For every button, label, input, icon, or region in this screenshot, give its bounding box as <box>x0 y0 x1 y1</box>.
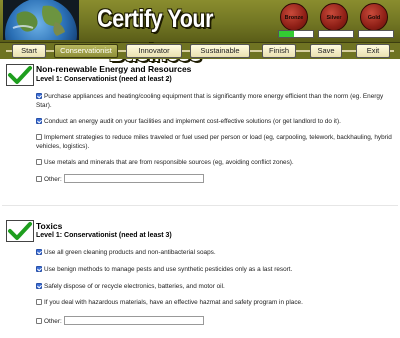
item-label: Use metals and minerals that are from re… <box>44 159 294 166</box>
bronze-progress-bar <box>278 30 314 38</box>
checkbox[interactable] <box>36 159 42 165</box>
other-checkbox[interactable] <box>36 318 42 324</box>
list-item: Use metals and minerals that are from re… <box>36 158 396 167</box>
checkbox[interactable] <box>36 266 42 272</box>
section-title: Non-renewable Energy and Resources <box>36 64 192 74</box>
tab-sustainable[interactable]: Sustainable <box>190 44 250 58</box>
other-checkbox[interactable] <box>36 176 42 182</box>
item-label: Use benign methods to manage pests and u… <box>44 266 293 273</box>
app-header: Certify Your Business Bronze Silver Gold <box>0 0 400 67</box>
checkbox[interactable] <box>36 93 42 99</box>
list-item: Safely dispose of or recycle electronics… <box>36 282 396 291</box>
bronze-medal-icon: Bronze <box>280 3 308 31</box>
tab-finish[interactable]: Finish <box>262 44 296 58</box>
other-input[interactable] <box>63 316 204 325</box>
other-row: Other: <box>36 316 396 326</box>
section-subtitle: Level 1: Conservationist (need at least … <box>36 76 172 83</box>
other-row: Other: <box>36 174 396 184</box>
section-subtitle: Level 1: Conservationist (need at least … <box>36 232 172 239</box>
item-label: Conduct an energy audit on your faciliti… <box>44 118 341 125</box>
checkbox[interactable] <box>36 134 42 140</box>
app-title: Certify Your Business <box>97 5 214 67</box>
gold-progress-bar <box>358 30 394 38</box>
list-item: Use benign methods to manage pests and u… <box>36 265 396 274</box>
item-label: Use all green cleaning products and non-… <box>44 249 216 256</box>
globe-logo-icon <box>3 0 79 40</box>
checkbox[interactable] <box>36 249 42 255</box>
tab-innovator[interactable]: Innovator <box>126 44 182 58</box>
other-input[interactable] <box>63 174 204 183</box>
checkbox[interactable] <box>36 118 42 124</box>
silver-medal-icon: Silver <box>320 3 348 31</box>
item-label: Purchase appliances and heating/cooling … <box>36 93 384 109</box>
exit-button[interactable]: Exit <box>356 44 390 58</box>
tab-conservationist[interactable]: Conservationist <box>54 44 118 58</box>
checkbox[interactable] <box>36 299 42 305</box>
green-checkmark-icon <box>6 220 34 242</box>
list-item: Purchase appliances and heating/cooling … <box>36 92 396 110</box>
gold-medal-icon: Gold <box>360 3 388 31</box>
list-item: Conduct an energy audit on your faciliti… <box>36 117 396 126</box>
checkbox[interactable] <box>36 283 42 289</box>
save-button[interactable]: Save <box>310 44 342 58</box>
bronze-progress-fill <box>279 31 295 37</box>
other-label: Other: <box>44 176 62 183</box>
list-item: Implement strategies to reduce miles tra… <box>36 133 396 151</box>
tab-start[interactable]: Start <box>12 44 46 58</box>
silver-progress-bar <box>318 30 354 38</box>
item-label: Safely dispose of or recycle electronics… <box>44 283 225 290</box>
green-checkmark-icon <box>6 64 34 86</box>
item-label: If you deal with hazardous materials, ha… <box>44 299 303 306</box>
section-title: Toxics <box>36 221 63 231</box>
item-label: Implement strategies to reduce miles tra… <box>36 134 392 150</box>
list-item: If you deal with hazardous materials, ha… <box>36 298 396 307</box>
list-item: Use all green cleaning products and non-… <box>36 248 396 257</box>
navigation-bar: Start Conservationist Innovator Sustaina… <box>0 43 400 59</box>
other-label: Other: <box>44 318 62 325</box>
section-divider <box>2 205 398 206</box>
